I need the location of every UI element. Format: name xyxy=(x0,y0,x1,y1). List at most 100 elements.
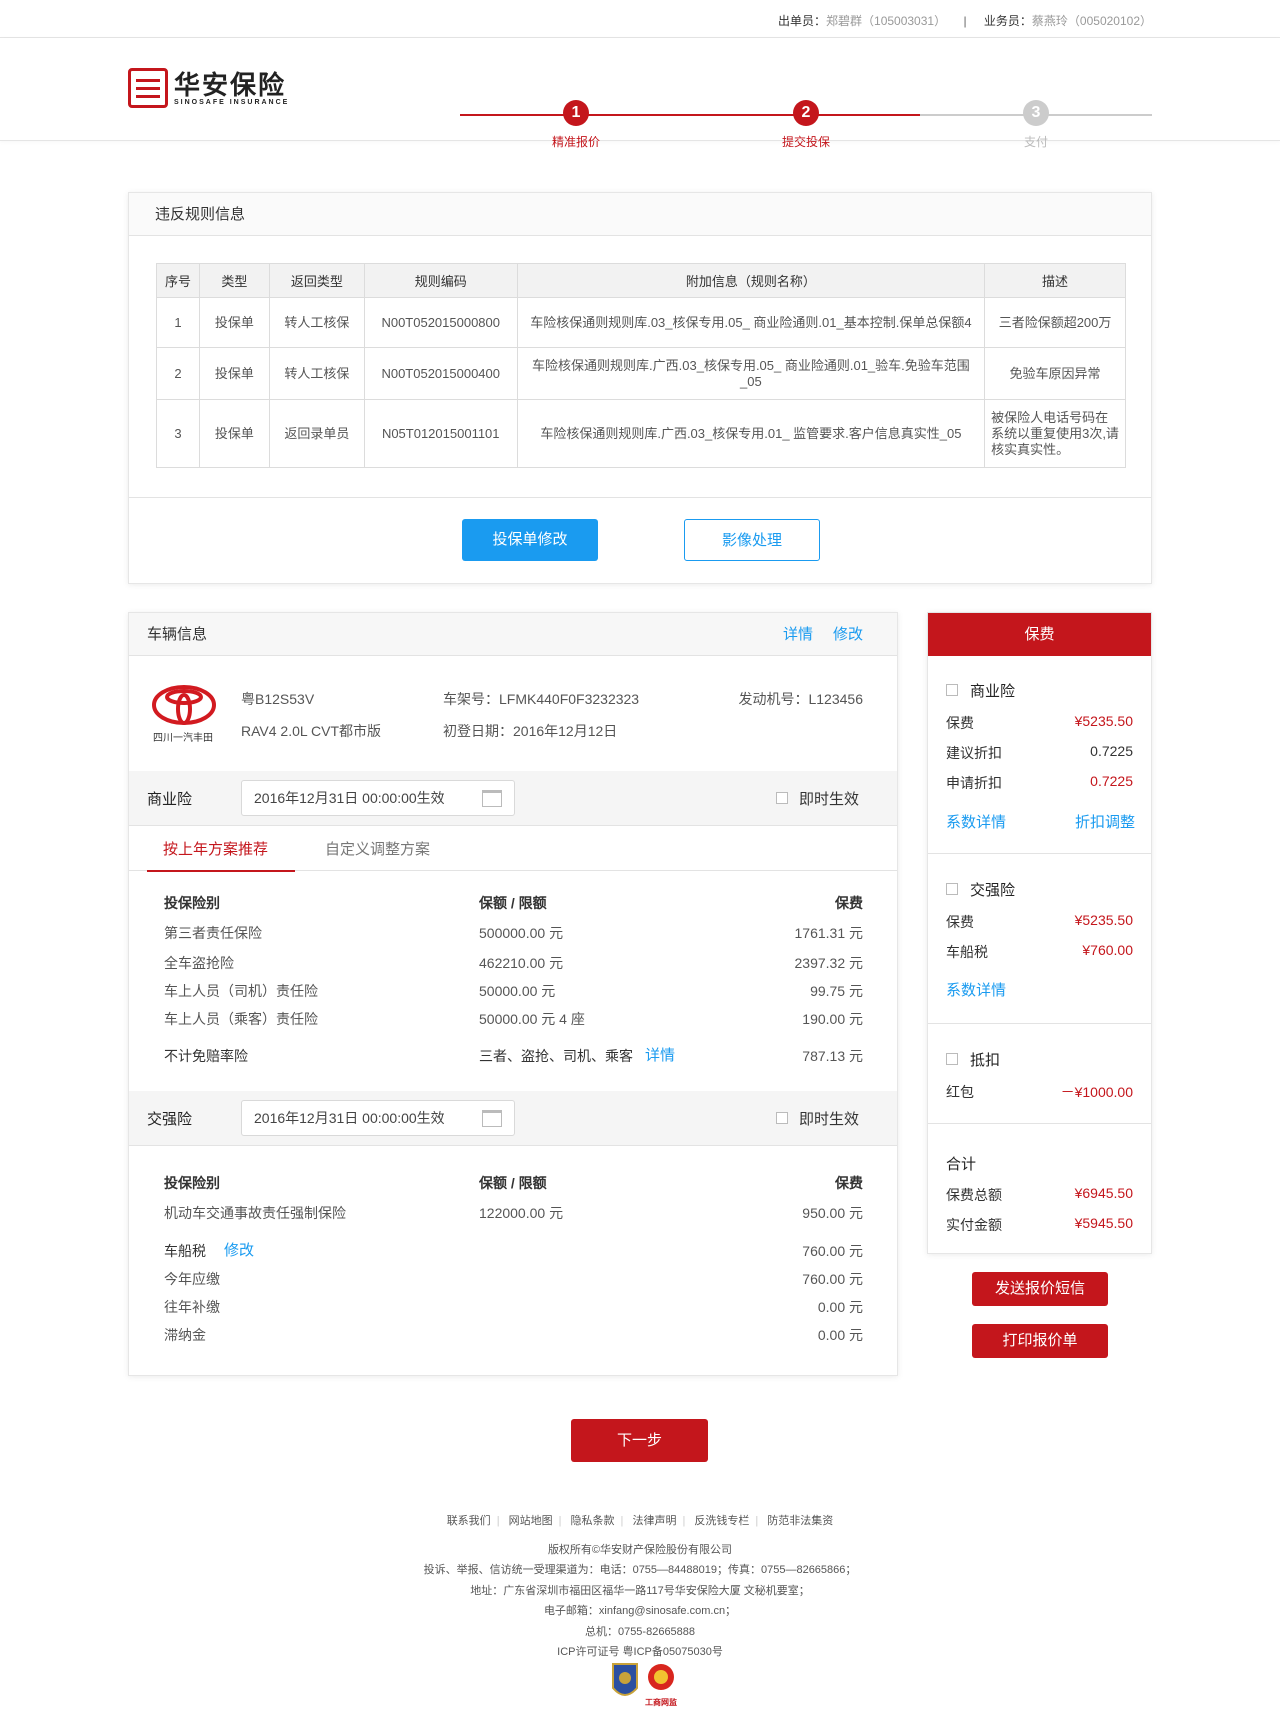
deduction-checkbox[interactable] xyxy=(946,1053,958,1065)
compulsory-bar: 交强险 2016年12月31日 00:00:00生效 即时生效 xyxy=(129,1091,897,1145)
compulsory-section-label: 交强险 xyxy=(970,882,1016,899)
coverage-name: 车上人员（乘客）责任险 xyxy=(164,1011,318,1027)
col-header: 保额 / 限额 xyxy=(479,895,547,911)
brand-logo[interactable]: 华安保险 SINOSAFE INSURANCE xyxy=(128,68,289,108)
vehicle-tax-total: 760.00 元 xyxy=(802,1243,863,1259)
footer-copyright: 版权所有©华安财产保险股份有限公司 xyxy=(547,1544,733,1556)
calendar-icon[interactable] xyxy=(482,1110,502,1127)
commercial-checkbox[interactable] xyxy=(946,684,958,696)
commercial-date-input[interactable]: 2016年12月31日 00:00:00生效 xyxy=(241,780,515,816)
footer-link-aml[interactable]: 反洗钱专栏 xyxy=(694,1515,749,1527)
print-quote-button[interactable]: 打印报价单 xyxy=(972,1324,1108,1358)
image-process-button[interactable]: 影像处理 xyxy=(684,519,820,561)
tab-custom-plan[interactable]: 自定义调整方案 xyxy=(325,838,430,859)
commercial-bar: 商业险 2016年12月31日 00:00:00生效 即时生效 xyxy=(129,771,897,825)
table-cell: 转人工核保 xyxy=(268,347,365,400)
col-header: 投保险别 xyxy=(164,895,220,911)
coverage-name: 车上人员（司机）责任险 xyxy=(164,983,318,999)
brand-name-en: SINOSAFE INSURANCE xyxy=(174,98,290,106)
footer-link-legal[interactable]: 法律声明 xyxy=(632,1515,676,1527)
table-cell: 返回录单员 xyxy=(268,399,365,468)
vehicle-detail-link[interactable]: 详情 xyxy=(783,613,813,656)
issuer-label: 出单员： xyxy=(778,14,827,28)
coverage-name: 全车盗抢险 xyxy=(164,955,234,971)
premium-value: ¥760.00 xyxy=(1082,942,1133,958)
tax-item-value: 760.00 元 xyxy=(802,1271,863,1287)
business-badge[interactable]: 工商网监 xyxy=(644,1662,678,1708)
premium-value: ¥5945.50 xyxy=(1074,1215,1133,1231)
col-header: 描述 xyxy=(984,263,1126,298)
step-label: 支付 xyxy=(1023,135,1048,149)
premium-title: 保费 xyxy=(928,613,1151,656)
footer-link-contact[interactable]: 联系我们 xyxy=(447,1515,491,1527)
table-header-row: 序号 类型 返回类型 规则编码 附加信息（规则名称） 描述 xyxy=(156,263,1126,298)
premium-value: 0.7225 xyxy=(1090,773,1133,789)
instant-effect-checkbox[interactable] xyxy=(776,792,788,804)
table-cell: 车险核保通则规则库.广西.03_核保专用.01_ 监管要求.客户信息真实性_05 xyxy=(516,399,986,468)
compulsory-date-input[interactable]: 2016年12月31日 00:00:00生效 xyxy=(241,1100,515,1136)
table-cell: 车险核保通则规则库.03_核保专用.05_ 商业险通则.01_基本控制.保单总保… xyxy=(516,297,986,348)
vehicle-title: 车辆信息 xyxy=(147,626,208,643)
header: 华安保险 SINOSAFE INSURANCE 1 精准报价 2 提交投保 3 … xyxy=(0,38,1280,149)
total-section-label: 合计 xyxy=(946,1156,977,1173)
modify-policy-button[interactable]: 投保单修改 xyxy=(462,519,598,561)
date-value: 2016年12月31日 00:00:00生效 xyxy=(254,790,445,806)
table-row: 1 投保单 转人工核保 N00T052015000800 车险核保通则规则库.0… xyxy=(156,297,1126,348)
table-cell: 2 xyxy=(156,347,200,400)
coverage-amount: 122000.00 元 xyxy=(479,1205,564,1221)
vehicle-tax-edit-link[interactable]: 修改 xyxy=(224,1239,254,1260)
vehicle-edit-link[interactable]: 修改 xyxy=(833,613,863,656)
instant-effect-checkbox[interactable] xyxy=(776,1112,788,1124)
coefficient-detail-link[interactable]: 系数详情 xyxy=(946,979,1006,1000)
coverage-amount: 50000.00 元 4 座 xyxy=(479,1011,585,1027)
table-row: 2 投保单 转人工核保 N00T052015000400 车险核保通则规则库.广… xyxy=(156,347,1126,400)
vehicle-title-bar: 车辆信息 详情 修改 xyxy=(129,613,897,656)
sales-value: 蔡燕玲（005020102） xyxy=(1031,14,1152,28)
table-cell: 投保单 xyxy=(198,297,270,348)
brand-caption: 四川一汽丰田 xyxy=(153,733,213,744)
premium-key: 建议折扣 xyxy=(946,745,1002,761)
premium-value: ¥5235.50 xyxy=(1074,912,1133,928)
badge-caption: 工商网监 xyxy=(645,1698,677,1707)
col-header: 规则编码 xyxy=(363,263,518,298)
step-label: 精准报价 xyxy=(551,135,600,149)
next-step-button[interactable]: 下一步 xyxy=(571,1419,708,1462)
coverage-name: 机动车交通事故责任强制保险 xyxy=(164,1205,346,1221)
send-sms-button[interactable]: 发送报价短信 xyxy=(972,1272,1108,1306)
instant-effect-label: 即时生效 xyxy=(799,791,860,808)
footer-link-privacy[interactable]: 隐私条款 xyxy=(571,1515,615,1527)
premium-value: 0.7225 xyxy=(1090,743,1133,759)
progress-steps: 1 精准报价 2 提交投保 3 支付 xyxy=(460,100,1152,160)
footer-link-fraud[interactable]: 防范非法集资 xyxy=(767,1515,833,1527)
divider xyxy=(928,853,1151,854)
tax-item-label: 往年补缴 xyxy=(164,1299,220,1315)
tab-last-year-plan[interactable]: 按上年方案推荐 xyxy=(163,838,268,859)
coverage-premium: 787.13 元 xyxy=(802,1048,863,1064)
table-cell: 1 xyxy=(156,297,200,348)
coefficient-detail-link[interactable]: 系数详情 xyxy=(946,811,1006,832)
registration-date: 初登日期：2016年12月12日 xyxy=(443,723,618,739)
police-badge-icon[interactable] xyxy=(611,1662,639,1702)
premium-value: －¥1000.00 xyxy=(1060,1084,1133,1100)
separator: | xyxy=(963,14,967,28)
deductible-detail-link[interactable]: 详情 xyxy=(645,1044,675,1065)
sales-label: 业务员： xyxy=(983,14,1032,28)
logo-icon xyxy=(128,68,168,108)
coverage-amount: 三者、盗抢、司机、乘客 xyxy=(479,1048,633,1064)
table-cell: N00T052015000800 xyxy=(363,297,518,348)
premium-key: 保费 xyxy=(946,914,974,930)
calendar-icon[interactable] xyxy=(482,790,502,807)
coverage-premium: 1761.31 元 xyxy=(794,925,864,941)
plan-tabs: 按上年方案推荐 自定义调整方案 xyxy=(129,825,897,872)
col-header: 返回类型 xyxy=(268,263,365,298)
table-cell: 3 xyxy=(156,399,200,468)
footer-link-sitemap[interactable]: 网站地图 xyxy=(509,1515,553,1527)
premium-key: 申请折扣 xyxy=(946,775,1002,791)
compulsory-checkbox[interactable] xyxy=(946,883,958,895)
footer-phone: 总机：0755-82665888 xyxy=(584,1626,696,1638)
issuer-value: 郑碧群（105003031） xyxy=(826,14,947,28)
table-cell: 被保险人电话号码在系统以重复使用3次,请核实真实性。 xyxy=(984,399,1126,468)
rules-title: 违反规则信息 xyxy=(129,193,1151,236)
divider xyxy=(928,1123,1151,1124)
discount-adjust-link[interactable]: 折扣调整 xyxy=(1075,811,1135,832)
